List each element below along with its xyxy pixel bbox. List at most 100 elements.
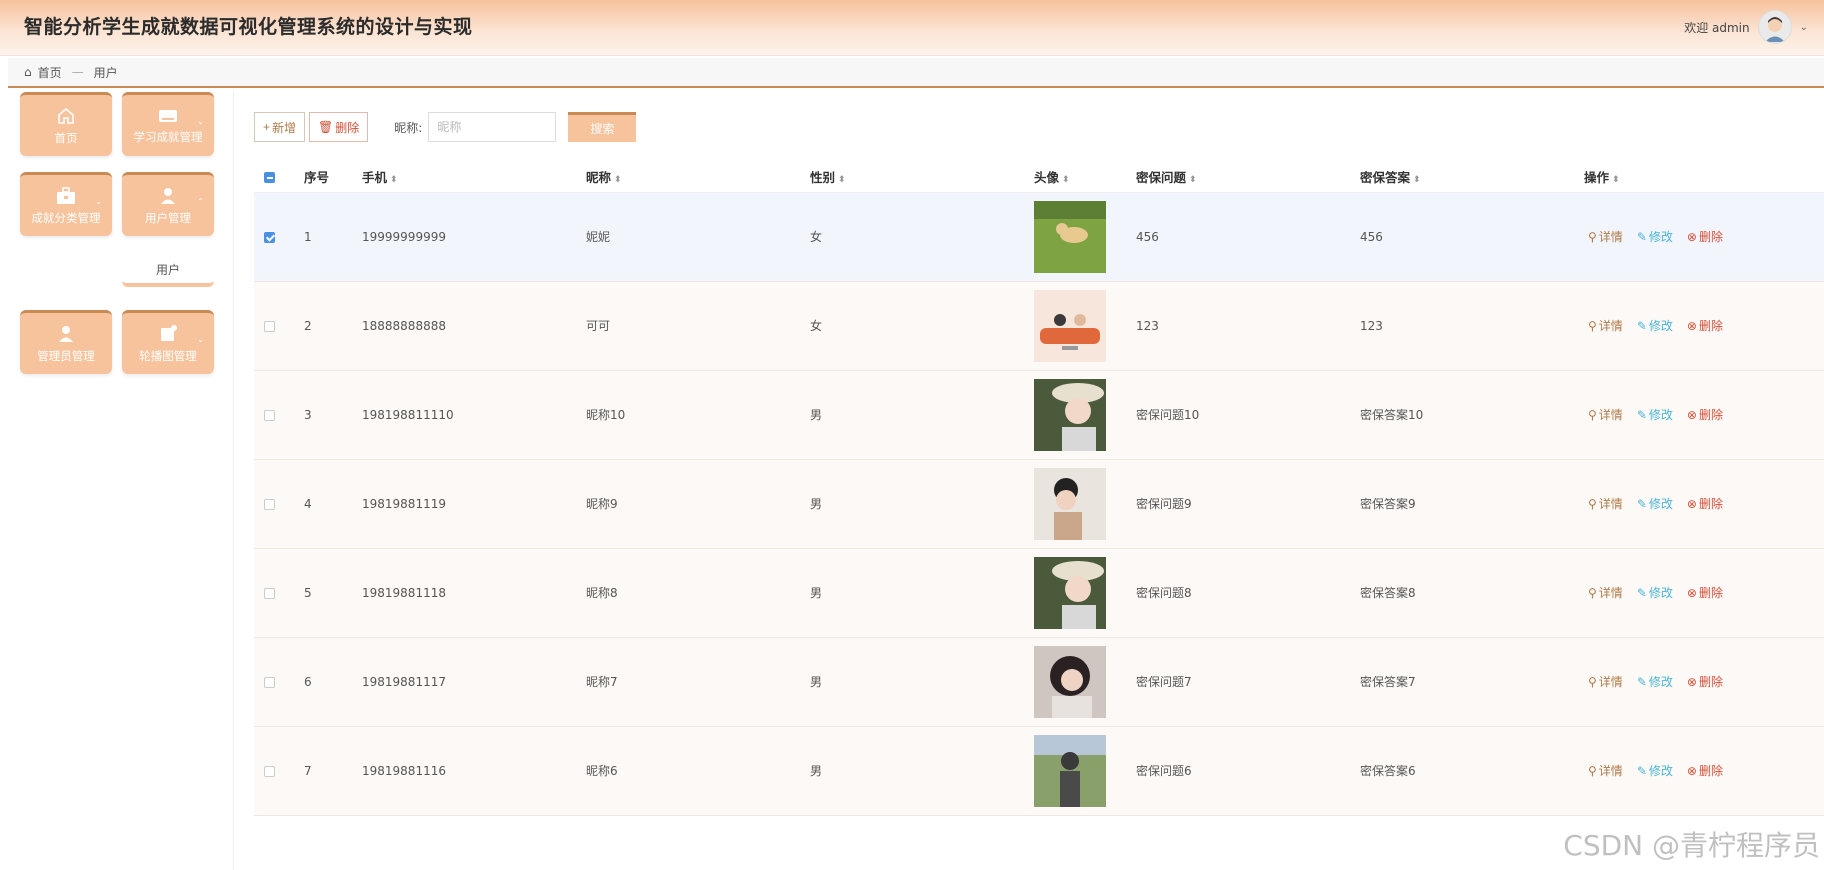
edit-button[interactable]: ✎ 修改 [1637,762,1673,779]
table-row[interactable]: 5 19819881118 昵称8 男 密保问题8 密保答案8 ⚲ 详情 ✎ 修改 ⊗ 删除 [254,548,1824,637]
row-select-cell[interactable] [254,281,304,370]
table-row[interactable]: 4 19819881119 昵称9 男 密保问题9 密保答案9 ⚲ 详情 ✎ 修改 ⊗ 删除 [254,459,1824,548]
sidebar-subitem-user[interactable]: 用户 [122,257,214,287]
sidebar-item-achievement[interactable]: 学习成就管理 ⌄ [122,92,214,156]
detail-button[interactable]: ⚲ 详情 [1588,673,1623,690]
search-icon: ⚲ [1588,496,1597,511]
row-select-cell[interactable] [254,459,304,548]
row-checkbox[interactable] [264,676,275,688]
cell-nickname: 昵称9 [586,497,618,511]
detail-button[interactable]: ⚲ 详情 [1588,762,1623,779]
close-circle-icon: ⊗ [1686,674,1697,689]
cell-avatar [1034,459,1136,548]
cell-avatar [1034,726,1136,815]
select-all-cell[interactable] [254,162,304,192]
col-header-actions[interactable]: 操作 ⬍ [1584,162,1824,192]
chevron-down-icon[interactable]: ⌄ [1800,22,1808,33]
col-header-gender[interactable]: 性别 ⬍ [810,162,1034,192]
detail-button[interactable]: ⚲ 详情 [1588,584,1623,601]
table-row[interactable]: 3 198198811110 昵称10 男 密保问题10 密保答案10 ⚲ 详情 ✎ 修改 ⊗ 删除 [254,370,1824,459]
sidebar-item-users[interactable]: 用户管理 ⌃ [122,172,214,236]
cell-actions: ⚲ 详情 ✎ 修改 ⊗ 删除 [1584,459,1824,548]
col-header-phone[interactable]: 手机 ⬍ [362,162,586,192]
add-button[interactable]: + 新增 [254,112,306,142]
breadcrumb-home[interactable]: 首页 [38,64,62,81]
close-circle-icon: ⊗ [1686,763,1697,778]
row-checkbox[interactable] [264,320,275,332]
search-icon: ⚲ [1588,229,1597,244]
sidebar-item-label: 学习成就管理 [133,129,203,144]
table-header-row: 序号 手机 ⬍ 昵称 ⬍ 性别 ⬍ 头像 ⬍ 密保问题 ⬍ 密保答案 ⬍ 操作 ⬍ [254,162,1824,192]
cell-actions: ⚲ 详情 ✎ 修改 ⊗ 删除 [1584,370,1824,459]
sidebar-item-carousel[interactable]: 轮播图管理 ⌄ [122,310,214,374]
search-icon: ⚲ [1588,763,1597,778]
cell-answer: 密保答案10 [1360,408,1424,422]
cell-question: 123 [1136,318,1159,333]
sidebar-item-label: 管理员管理 [37,348,95,363]
cell-gender: 男 [810,497,823,511]
edit-button[interactable]: ✎ 修改 [1637,228,1673,245]
user-avatar[interactable] [1757,10,1792,44]
cell-phone: 19999999999 [362,229,446,244]
delete-button[interactable]: ⊗ 删除 [1687,317,1723,334]
sidebar-item-category[interactable]: 成就分类管理 ⌄ [20,172,112,236]
edit-button[interactable]: ✎ 修改 [1637,317,1673,334]
row-checkbox[interactable] [264,587,275,599]
detail-button[interactable]: ⚲ 详情 [1588,406,1623,423]
delete-button[interactable]: ⊗ 删除 [1687,584,1723,601]
breadcrumb-current: 用户 [93,65,118,80]
search-icon: ⚲ [1588,674,1597,689]
avatar-image [1034,289,1106,362]
delete-button[interactable]: ⊗ 删除 [1687,673,1723,690]
sidebar-item-home[interactable]: 首页 [20,92,112,156]
table-row[interactable]: 2 18888888888 可可 女 123 123 ⚲ 详情 ✎ 修改 ⊗ 删除 [254,281,1824,370]
sidebar-item-admin[interactable]: 管理员管理 [20,310,112,374]
cell-nickname: 昵称8 [586,586,618,600]
edit-icon: ✎ [1636,318,1647,333]
row-checkbox[interactable] [264,765,275,777]
edit-button[interactable]: ✎ 修改 [1637,673,1673,690]
row-checkbox[interactable] [264,231,275,243]
plus-icon: + [263,120,271,134]
batch-delete-button[interactable]: 🗑 删除 [309,112,369,142]
row-select-cell[interactable] [254,726,304,815]
sidebar: 首页 学习成就管理 ⌄ 成就分类管理 ⌄ 用户管理 ⌃ 用户 管理员管理 轮播图… [8,92,234,870]
detail-button[interactable]: ⚲ 详情 [1588,228,1623,245]
row-checkbox[interactable] [264,498,275,510]
table-row[interactable]: 1 19999999999 妮妮 女 456 456 ⚲ 详情 ✎ 修改 ⊗ 删除 [254,192,1824,281]
delete-button[interactable]: ⊗ 删除 [1687,762,1723,779]
delete-button[interactable]: ⊗ 删除 [1687,495,1723,512]
cell-index: 6 [304,674,312,689]
detail-button[interactable]: ⚲ 详情 [1588,495,1623,512]
col-header-question[interactable]: 密保问题 ⬍ [1136,162,1360,192]
sort-icon: ⬍ [1413,175,1421,186]
cell-gender: 女 [810,230,823,244]
edit-icon: ✎ [1636,229,1647,244]
table-row[interactable]: 6 19819881117 昵称7 男 密保问题7 密保答案7 ⚲ 详情 ✎ 修改 ⊗ 删除 [254,637,1824,726]
row-checkbox[interactable] [264,409,275,421]
table-row[interactable]: 7 19819881116 昵称6 男 密保问题6 密保答案6 ⚲ 详情 ✎ 修改 ⊗ 删除 [254,726,1824,815]
search-button[interactable]: 搜索 [568,112,637,142]
row-select-cell[interactable] [254,370,304,459]
user-menu[interactable]: 欢迎 admin ⌄ [1684,10,1808,44]
sort-icon: ⬍ [1612,175,1620,186]
delete-button[interactable]: ⊗ 删除 [1687,228,1723,245]
cell-index: 4 [304,496,312,511]
edit-button[interactable]: ✎ 修改 [1637,584,1673,601]
cell-gender: 男 [810,675,823,689]
edit-button[interactable]: ✎ 修改 [1637,406,1673,423]
cell-index: 3 [304,407,312,422]
edit-icon: ✎ [1636,496,1647,511]
col-header-avatar[interactable]: 头像 ⬍ [1034,162,1136,192]
row-select-cell[interactable] [254,548,304,637]
col-header-answer[interactable]: 密保答案 ⬍ [1360,162,1584,192]
edit-button[interactable]: ✎ 修改 [1637,495,1673,512]
select-all-checkbox[interactable] [264,172,275,184]
detail-button[interactable]: ⚲ 详情 [1588,317,1623,334]
col-header-nickname[interactable]: 昵称 ⬍ [586,162,810,192]
row-select-cell[interactable] [254,637,304,726]
cell-question: 密保问题7 [1136,675,1192,689]
row-select-cell[interactable] [254,192,304,281]
delete-button[interactable]: ⊗ 删除 [1687,406,1723,423]
search-input[interactable] [428,112,557,142]
